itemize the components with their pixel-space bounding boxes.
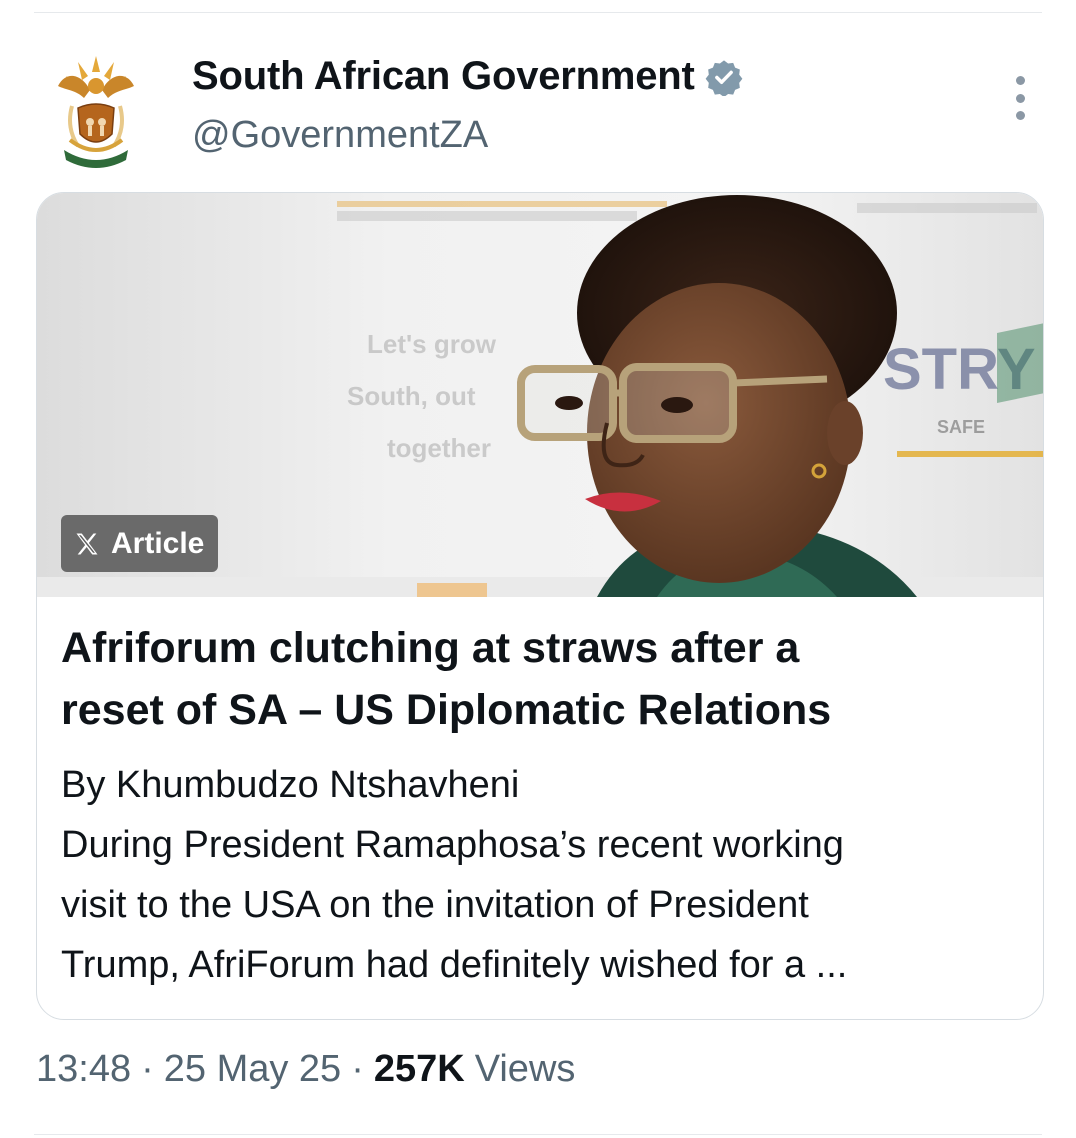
backdrop-text: together: [387, 433, 491, 463]
account-handle[interactable]: @GovernmentZA: [192, 114, 488, 157]
more-dot: [1015, 76, 1025, 85]
article-badge-label: Article: [111, 526, 205, 560]
article-body: Afriforum clutching at straws after a re…: [61, 617, 1021, 995]
headline-line: Afriforum clutching at straws after a: [61, 624, 800, 672]
backdrop-logo-sub: SAFE: [937, 417, 985, 437]
article-image[interactable]: Let's grow South, out together STRY SAFE: [37, 193, 1043, 597]
backdrop-text: Let's grow: [367, 329, 497, 359]
top-divider: [34, 12, 1042, 13]
article-excerpt: During President Ramaphosa’s recent work…: [61, 815, 1021, 995]
headline-line: reset of SA – US Diplomatic Relations: [61, 686, 832, 734]
bottom-divider: [34, 1134, 1042, 1135]
excerpt-line: visit to the USA on the invitation of Pr…: [61, 884, 809, 926]
verified-badge-icon: [705, 59, 743, 96]
more-dot: [1015, 111, 1025, 120]
more-dot: [1015, 93, 1025, 103]
x-logo-icon: [76, 533, 98, 554]
tweet-header: South African Government @GovernmentZA: [0, 40, 1076, 180]
article-byline: By Khumbudzo Ntshavheni: [61, 764, 520, 806]
coat-of-arms-icon[interactable]: [48, 50, 144, 170]
excerpt-line: Trump, AfriForum had definitely wished f…: [61, 944, 848, 986]
views-label: Views: [474, 1048, 576, 1090]
tweet-time[interactable]: 13:48: [36, 1048, 131, 1091]
meta-separator: ·: [351, 1048, 364, 1090]
more-options-icon[interactable]: [1006, 76, 1034, 120]
article-card[interactable]: Let's grow South, out together STRY SAFE: [36, 192, 1044, 1020]
display-name[interactable]: South African Government: [192, 54, 695, 99]
meta-separator: ·: [141, 1048, 154, 1090]
views-count[interactable]: 257K: [374, 1048, 465, 1091]
backdrop-text: South, out: [347, 381, 476, 411]
article-badge: Article: [61, 515, 219, 572]
tweet-meta: 13:48 · 25 May 25 · 257K Views: [36, 1048, 575, 1091]
display-name-row: South African Government: [192, 54, 743, 99]
tweet-date[interactable]: 25 May 25: [164, 1048, 341, 1091]
excerpt-line: During President Ramaphosa’s recent work…: [61, 824, 844, 866]
article-headline[interactable]: Afriforum clutching at straws after a re…: [61, 617, 1021, 741]
